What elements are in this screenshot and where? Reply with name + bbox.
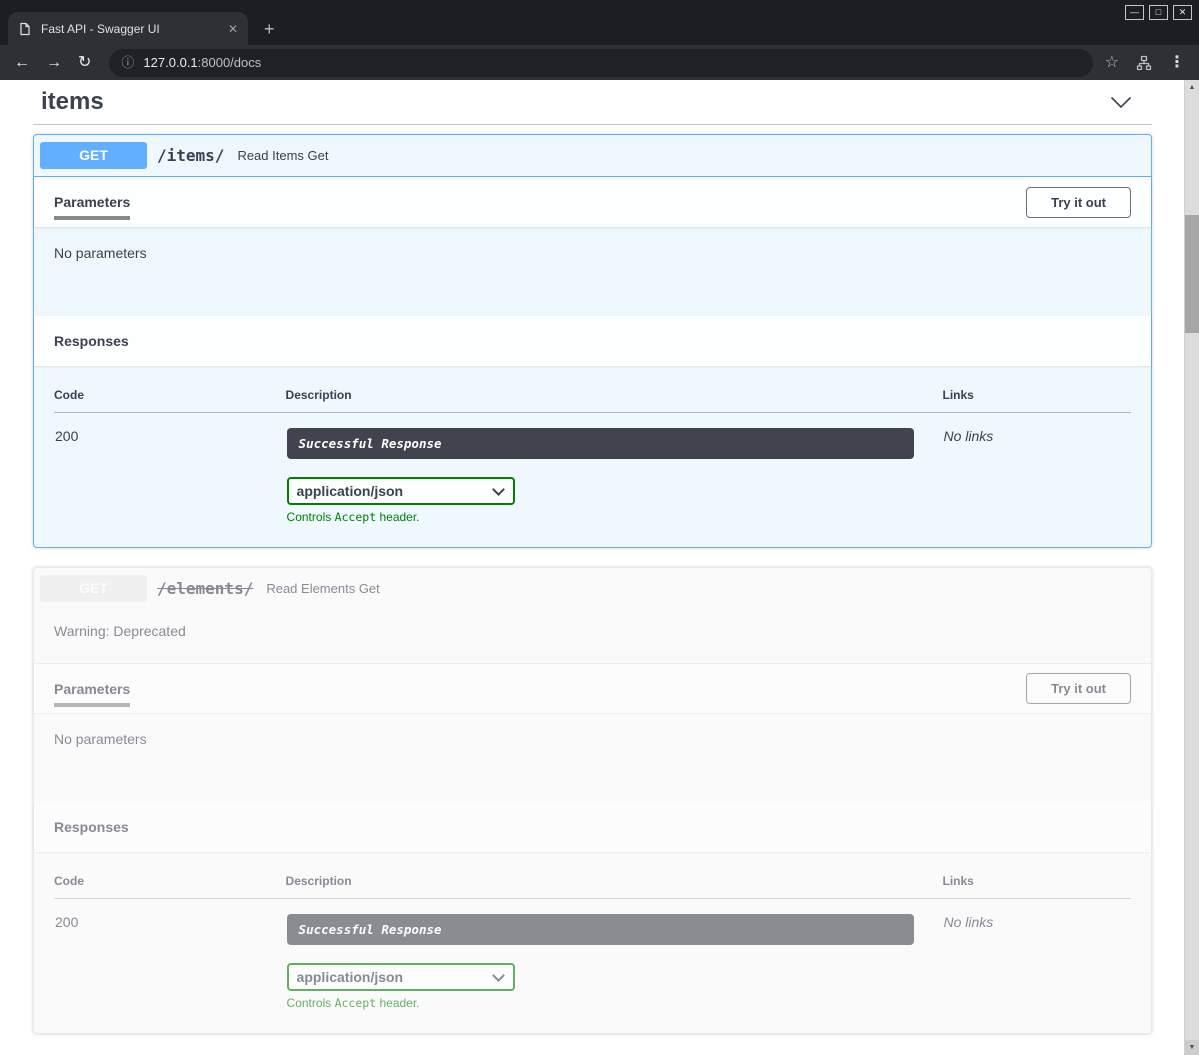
- description-column-header: Description: [286, 862, 943, 899]
- scroll-down-icon[interactable]: ▼: [1185, 1040, 1199, 1055]
- parameters-section-header: Parameters Try it out: [34, 663, 1151, 713]
- response-links: No links: [943, 413, 1131, 526]
- tab-title: Fast API - Swagger UI: [41, 22, 219, 36]
- no-parameters-text: No parameters: [54, 731, 147, 747]
- tab-parameters[interactable]: Parameters: [54, 194, 130, 210]
- no-parameters-text: No parameters: [54, 245, 147, 261]
- window-close-icon[interactable]: ✕: [1173, 5, 1192, 20]
- opblock-summary-description: Read Items Get: [237, 148, 328, 163]
- responses-table: Code Description Links 200 Successful Re…: [54, 376, 1131, 525]
- browser-chrome: — □ ✕ Fast API - Swagger UI ✕ + ← → ↻ ⓘ: [0, 0, 1199, 80]
- try-it-out-button[interactable]: Try it out: [1026, 187, 1131, 218]
- code-column-header: Code: [54, 862, 286, 899]
- controls-accept-header-text: Controls Accept header.: [287, 996, 942, 1010]
- browser-window: — □ ✕ Fast API - Swagger UI ✕ + ← → ↻ ⓘ: [0, 0, 1199, 1055]
- response-code: 200: [54, 899, 286, 1012]
- parameters-body: No parameters: [34, 227, 1151, 316]
- method-badge: GET: [40, 575, 147, 602]
- page-scrollbar[interactable]: ▲ ▼: [1184, 80, 1199, 1055]
- media-type-select[interactable]: application/json: [287, 477, 515, 505]
- responses-title: Responses: [54, 819, 129, 835]
- media-type-select-wrap: application/json: [287, 963, 515, 991]
- opblock-summary[interactable]: GET /elements/ Read Elements Get: [34, 568, 1151, 610]
- tab-close-icon[interactable]: ✕: [228, 22, 238, 36]
- parameters-body: No parameters: [34, 713, 1151, 802]
- reload-icon[interactable]: ↻: [78, 55, 91, 71]
- window-minimize-icon[interactable]: —: [1125, 5, 1144, 20]
- opblock-summary[interactable]: GET /items/ Read Items Get: [34, 135, 1151, 177]
- deprecated-warning-text: Warning: Deprecated: [34, 610, 1151, 663]
- address-bar[interactable]: ⓘ 127.0.0.1:8000/docs: [109, 49, 1092, 77]
- description-column-header: Description: [286, 376, 943, 413]
- browser-menu-icon[interactable]: ⋮: [1169, 55, 1185, 71]
- swagger-content: items GET /items/ Read Items Get Paramet…: [0, 80, 1199, 1055]
- responses-body: Code Description Links 200 Successful Re…: [34, 366, 1151, 547]
- links-column-header: Links: [943, 376, 1131, 413]
- response-description: Successful Response: [287, 428, 914, 459]
- url-text: 127.0.0.1:8000/docs: [143, 56, 261, 69]
- responses-section-header: Responses: [34, 316, 1151, 366]
- url-host: 127.0.0.1: [143, 55, 197, 70]
- tag-section-header[interactable]: items: [33, 84, 1152, 125]
- scrollbar-thumb[interactable]: [1185, 215, 1199, 333]
- opblock-get-elements-deprecated: GET /elements/ Read Elements Get Warning…: [33, 567, 1152, 1034]
- tab-strip: Fast API - Swagger UI ✕ +: [8, 12, 275, 45]
- response-code: 200: [54, 413, 286, 526]
- tab-parameters[interactable]: Parameters: [54, 681, 130, 697]
- opblock-path: /items/: [157, 146, 224, 165]
- window-maximize-icon[interactable]: □: [1149, 5, 1168, 20]
- controls-accept-header-text: Controls Accept header.: [287, 510, 942, 524]
- url-path: :8000/docs: [198, 55, 262, 70]
- opblock-path: /elements/: [157, 579, 253, 598]
- opblock-summary-description: Read Elements Get: [266, 581, 379, 596]
- try-it-out-button[interactable]: Try it out: [1026, 673, 1131, 704]
- responses-table: Code Description Links 200 Successful Re…: [54, 862, 1131, 1011]
- responses-section-header: Responses: [34, 802, 1151, 852]
- window-controls: — □ ✕: [1125, 5, 1192, 20]
- browser-toolbar: ← → ↻ ⓘ 127.0.0.1:8000/docs ☆ ⋮: [0, 45, 1199, 80]
- response-row: 200 Successful Response application/json: [54, 413, 1131, 526]
- forward-icon[interactable]: →: [46, 55, 62, 71]
- links-column-header: Links: [943, 862, 1131, 899]
- response-description: Successful Response: [287, 914, 914, 945]
- page-favicon-icon: [18, 22, 32, 36]
- new-tab-button[interactable]: +: [264, 20, 275, 38]
- opblock-get-items: GET /items/ Read Items Get Parameters Tr…: [33, 134, 1152, 548]
- site-info-icon[interactable]: ⓘ: [121, 56, 134, 69]
- bookmark-star-icon[interactable]: ☆: [1105, 55, 1119, 71]
- parameters-section-header: Parameters Try it out: [34, 177, 1151, 227]
- tab-groups-icon[interactable]: [1136, 55, 1152, 71]
- chevron-down-icon[interactable]: [1110, 96, 1132, 109]
- responses-body: Code Description Links 200 Successful Re…: [34, 852, 1151, 1033]
- media-type-select[interactable]: application/json: [287, 963, 515, 991]
- response-links: No links: [943, 899, 1131, 1012]
- browser-tab[interactable]: Fast API - Swagger UI ✕: [8, 12, 248, 45]
- method-badge: GET: [40, 142, 147, 169]
- toolbar-right-icons: ☆ ⋮: [1105, 55, 1185, 71]
- media-type-select-wrap: application/json: [287, 477, 515, 505]
- response-row: 200 Successful Response application/json: [54, 899, 1131, 1012]
- tag-title: items: [41, 88, 104, 116]
- code-column-header: Code: [54, 376, 286, 413]
- responses-title: Responses: [54, 333, 129, 349]
- back-icon[interactable]: ←: [14, 55, 30, 71]
- scroll-up-icon[interactable]: ▲: [1185, 80, 1199, 95]
